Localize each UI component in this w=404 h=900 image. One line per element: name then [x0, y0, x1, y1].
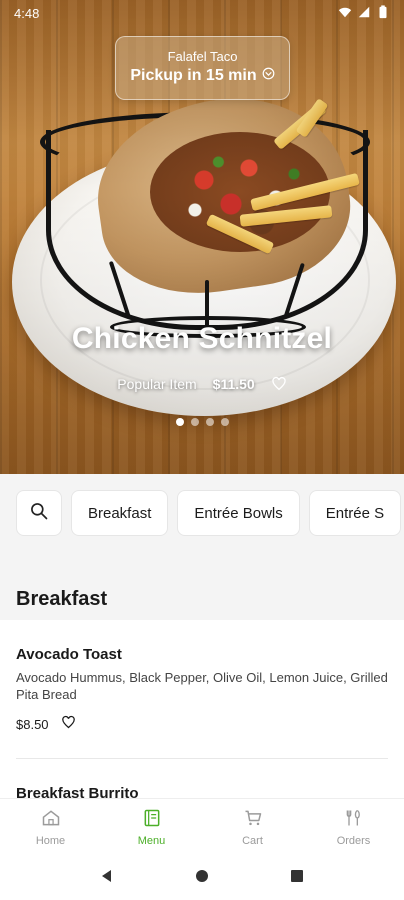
- search-icon: [29, 501, 49, 525]
- back-icon[interactable]: [99, 868, 115, 889]
- menu-item[interactable]: Avocado Toast Avocado Hummus, Black Pepp…: [16, 646, 388, 733]
- search-button[interactable]: [16, 490, 62, 536]
- nav-label: Menu: [137, 835, 166, 847]
- chevron-circle-icon: [262, 65, 275, 87]
- recents-icon[interactable]: [289, 868, 305, 889]
- menu-book-icon: [142, 808, 162, 831]
- nav-label: Home: [35, 835, 66, 847]
- carousel-indicator[interactable]: [0, 418, 404, 426]
- status-bar: 4:48: [0, 0, 404, 26]
- signal-icon: [357, 5, 371, 22]
- status-time: 4:48: [14, 5, 40, 21]
- category-bar: Breakfast Entrée Bowls Entrée S: [0, 474, 404, 552]
- heart-icon[interactable]: [271, 376, 287, 392]
- nav-label: Orders: [336, 835, 371, 847]
- home-circle-icon[interactable]: [194, 868, 210, 889]
- hero-title: Chicken Schnitzel: [71, 322, 333, 355]
- pickup-time-label: Pickup in 15 min: [130, 67, 257, 84]
- section-title: Breakfast: [0, 552, 404, 620]
- category-chip-entree-s[interactable]: Entrée S: [308, 490, 402, 536]
- category-chip-breakfast[interactable]: Breakfast: [71, 490, 169, 536]
- nav-label: Cart: [242, 835, 263, 847]
- carousel-dot[interactable]: [175, 418, 184, 426]
- nav-item-cart[interactable]: Cart: [202, 799, 303, 856]
- orders-icon: [344, 808, 364, 831]
- hero-price: $11.50: [212, 376, 255, 392]
- bottom-navigation: Home Menu Cart Orders: [0, 798, 404, 856]
- carousel-dot[interactable]: [190, 418, 199, 426]
- category-chip-entree-bowls[interactable]: Entrée Bowls: [177, 490, 300, 536]
- pickup-pill[interactable]: Falafel Taco Pickup in 15 min: [115, 36, 290, 100]
- hero-banner[interactable]: Falafel Taco Pickup in 15 min Chicken Sc…: [0, 0, 404, 474]
- system-navigation: [0, 856, 404, 900]
- nav-item-orders[interactable]: Orders: [303, 799, 404, 856]
- divider: [16, 758, 388, 759]
- carousel-dot[interactable]: [205, 418, 214, 426]
- popular-tag: Popular Item: [117, 376, 197, 392]
- wifi-icon: [338, 5, 352, 22]
- battery-icon: [376, 4, 390, 22]
- cart-icon: [243, 808, 263, 831]
- nav-item-menu[interactable]: Menu: [101, 799, 202, 856]
- home-icon: [41, 808, 61, 831]
- carousel-dot[interactable]: [220, 418, 229, 426]
- pickup-item-name: Falafel Taco: [167, 49, 238, 64]
- item-name: Avocado Toast: [16, 646, 122, 663]
- item-price: $8.50: [16, 716, 49, 732]
- nav-item-home[interactable]: Home: [0, 799, 101, 856]
- item-description: Avocado Hummus, Black Pepper, Olive Oil,…: [16, 670, 388, 702]
- heart-icon[interactable]: [61, 715, 76, 733]
